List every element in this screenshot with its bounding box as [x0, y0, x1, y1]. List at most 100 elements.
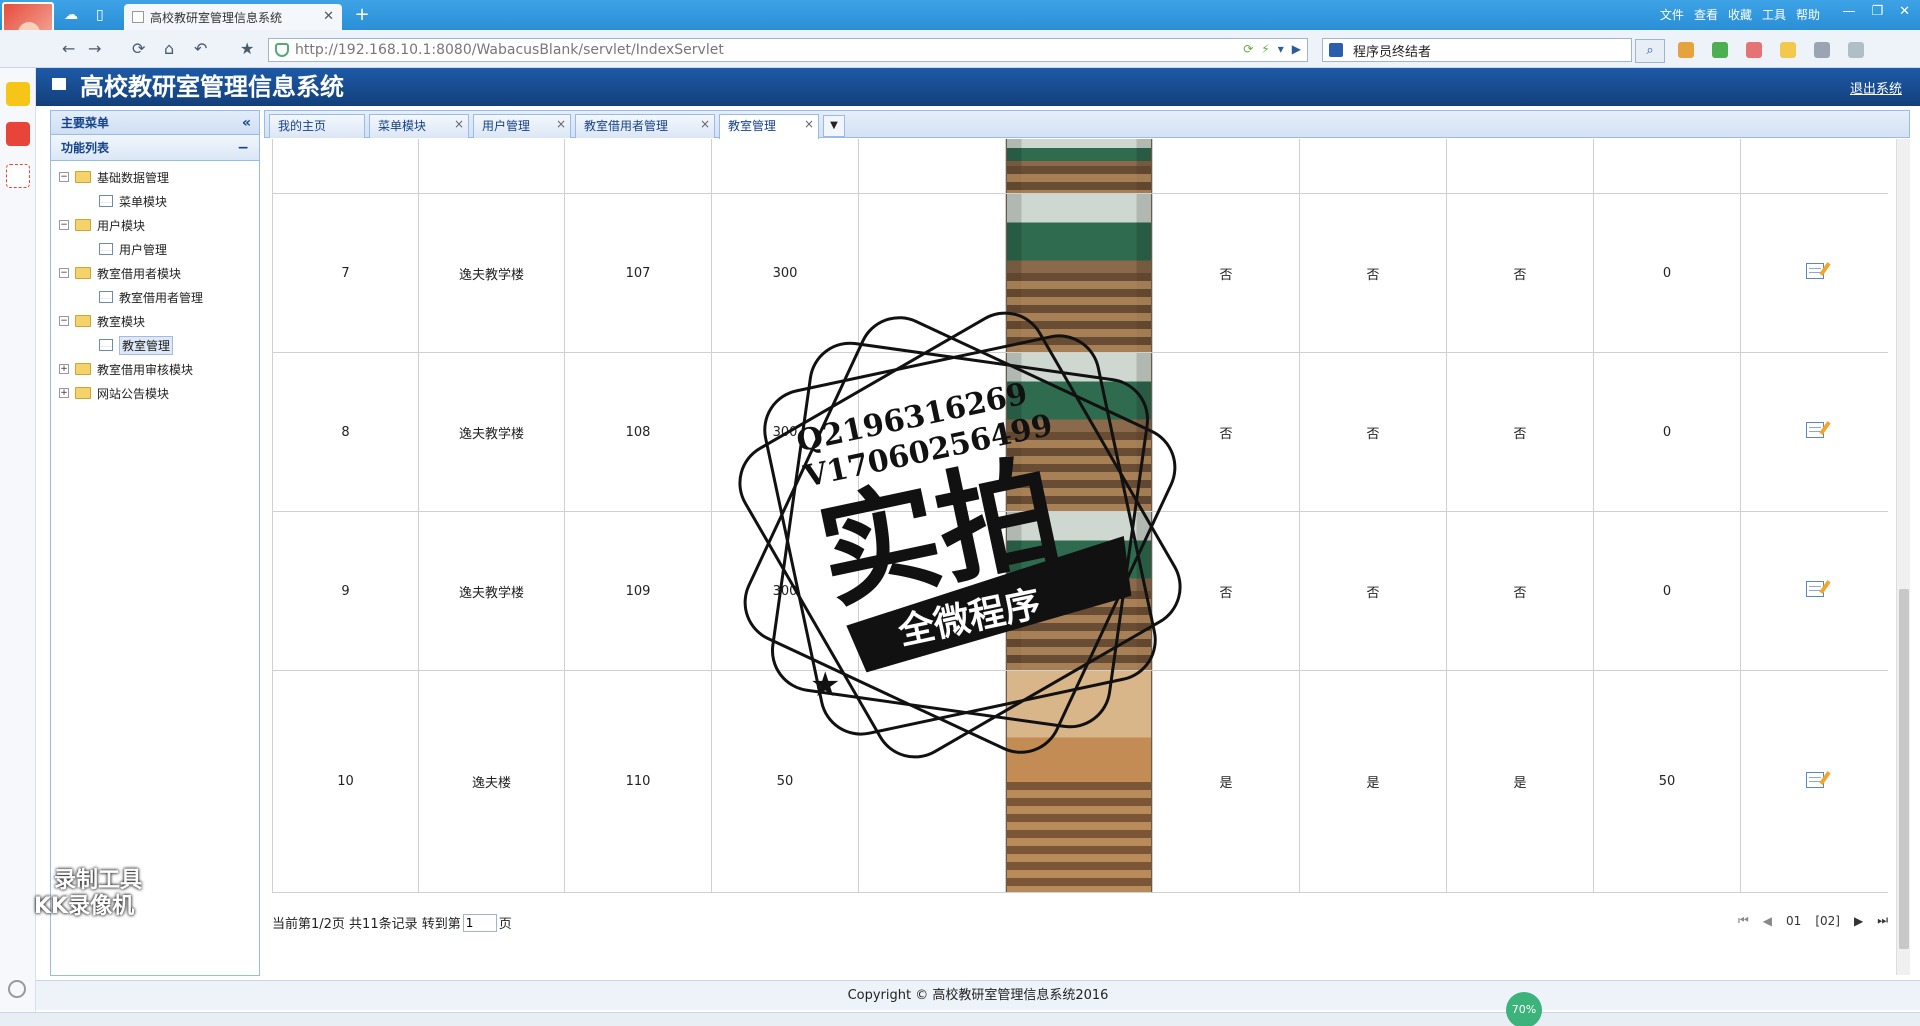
lightning-icon[interactable]: ⚡ — [1261, 42, 1269, 56]
minimize-icon[interactable]: — — [1842, 4, 1855, 19]
weibo-icon[interactable] — [6, 122, 30, 146]
home-icon[interactable]: ⌂ — [164, 39, 174, 58]
url-text[interactable]: http://192.168.10.1:8080/WabacusBlank/se… — [295, 42, 724, 58]
menu-tools[interactable]: 工具 — [1762, 6, 1786, 23]
chevron-down-icon[interactable]: ▾ — [1278, 42, 1284, 56]
apps-icon[interactable] — [1678, 42, 1694, 58]
close-icon[interactable]: × — [804, 113, 814, 135]
search-box[interactable]: 程序员终结者 ⌕ — [1322, 38, 1665, 63]
zoom-icon[interactable] — [1848, 42, 1864, 58]
goto-page-input[interactable] — [462, 913, 497, 932]
tab-list-dropdown-icon[interactable]: ▼ — [823, 115, 845, 137]
edit-icon[interactable] — [1805, 263, 1824, 279]
tree-leaf-label-selected[interactable]: 教室管理 — [119, 335, 174, 355]
tab-classroom-management[interactable]: 教室管理 × — [719, 114, 819, 139]
edit-icon[interactable] — [1805, 422, 1824, 438]
notes-icon[interactable] — [1780, 42, 1796, 58]
collapse-sidebar-icon[interactable]: « — [242, 111, 251, 135]
tree-node-label[interactable]: 教室借用审核模块 — [97, 361, 193, 378]
tree-leaf-label[interactable]: 用户管理 — [119, 241, 167, 258]
back-icon[interactable]: ← — [62, 39, 75, 58]
next-page-icon[interactable]: ▶ — [1854, 914, 1863, 928]
address-bar[interactable]: http://192.168.10.1:8080/WabacusBlank/se… — [268, 38, 1308, 62]
expand-icon[interactable]: + — [59, 388, 69, 398]
tree-node-label[interactable]: 教室借用者模块 — [97, 265, 181, 282]
edit-icon[interactable] — [1805, 771, 1824, 788]
tab-user-management[interactable]: 用户管理 × — [473, 114, 571, 138]
tree-node-label[interactable]: 基础数据管理 — [97, 169, 169, 186]
close-icon[interactable]: × — [700, 113, 710, 135]
collapse-icon[interactable]: − — [59, 220, 69, 230]
star-icon[interactable]: ★ — [240, 39, 254, 58]
cell-id: 8 — [272, 352, 419, 512]
screenshot-icon[interactable] — [1814, 42, 1830, 58]
first-page-icon[interactable]: ⏮ — [1738, 913, 1749, 928]
tree-node-user-module[interactable]: − 用户模块 — [59, 213, 259, 237]
refresh-icon[interactable]: ⟳ — [132, 39, 145, 58]
close-tab-icon[interactable]: ✕ — [323, 9, 334, 24]
tree-node-notice-module[interactable]: + 网站公告模块 — [59, 381, 259, 405]
tab-menu-module[interactable]: 菜单模块 × — [369, 114, 469, 138]
collapse-icon[interactable]: − — [59, 172, 69, 182]
menu-help[interactable]: 帮助 — [1796, 6, 1820, 23]
tab-home[interactable]: 我的主页 — [269, 114, 365, 138]
tab-borrower-management[interactable]: 教室借用者管理 × — [575, 114, 715, 138]
close-window-icon[interactable]: ✕ — [1899, 4, 1910, 19]
cell-id — [272, 139, 419, 194]
new-tab-button[interactable]: + — [350, 6, 374, 26]
tree-leaf-borrower-management[interactable]: 教室借用者管理 — [59, 285, 259, 309]
close-icon[interactable]: × — [556, 113, 566, 135]
table-row[interactable] — [272, 139, 1888, 194]
edit-icon[interactable] — [1805, 581, 1824, 597]
tree-node-borrower-module[interactable]: − 教室借用者模块 — [59, 261, 259, 285]
search-icon[interactable]: ⌕ — [1635, 39, 1665, 63]
function-list-header[interactable]: 功能列表 − — [51, 135, 259, 161]
tree-node-classroom-module[interactable]: − 教室模块 — [59, 309, 259, 333]
pager-suffix: 页 — [498, 917, 512, 932]
browser-tab[interactable]: 高校教研室管理信息系统 ✕ — [124, 4, 342, 30]
prev-page-icon[interactable]: ◀ — [1763, 914, 1772, 928]
tree-leaf-label[interactable]: 菜单模块 — [119, 193, 167, 210]
tab-label: 我的主页 — [278, 119, 327, 133]
logout-link[interactable]: 退出系统 — [1850, 78, 1902, 97]
tree-node-label[interactable]: 教室模块 — [97, 313, 145, 330]
collapse-icon[interactable]: − — [59, 316, 69, 326]
tree-leaf-classroom-management[interactable]: 教室管理 — [59, 333, 259, 357]
tree-node-audit-module[interactable]: + 教室借用审核模块 — [59, 357, 259, 381]
tree-leaf-user-management[interactable]: 用户管理 — [59, 237, 259, 261]
page-link-1[interactable]: 01 — [1786, 914, 1801, 928]
cloud-icon[interactable]: ☁ — [64, 7, 78, 23]
vertical-scrollbar[interactable] — [1896, 139, 1910, 975]
tree-node-basic-data[interactable]: − 基础数据管理 — [59, 165, 259, 189]
minus-icon[interactable]: − — [237, 135, 249, 161]
expand-icon[interactable]: + — [59, 364, 69, 374]
close-icon[interactable]: × — [454, 113, 464, 135]
favorites-star-icon[interactable] — [6, 82, 30, 106]
go-icon[interactable]: ▶ — [1292, 42, 1301, 56]
cell-number: 0 — [1593, 193, 1741, 353]
menu-file[interactable]: 文件 — [1660, 6, 1684, 23]
search-input[interactable]: 程序员终结者 — [1353, 41, 1431, 60]
tree-leaf-label[interactable]: 教室借用者管理 — [119, 289, 203, 306]
undo-icon[interactable]: ↶ — [194, 39, 207, 58]
speed-icon[interactable]: ⟳ — [1243, 42, 1253, 56]
search-engine-icon[interactable] — [1329, 43, 1343, 57]
tree-leaf-menu-module[interactable]: 菜单模块 — [59, 189, 259, 213]
restore-icon[interactable]: ❐ — [1871, 4, 1883, 19]
browser-navbar: ← → ⟳ ⌂ ↶ ★ http://192.168.10.1:8080/Wab… — [0, 30, 1920, 68]
security-icon[interactable] — [1712, 42, 1728, 58]
forward-icon[interactable]: → — [88, 39, 101, 58]
last-page-icon[interactable]: ⏭ — [1877, 913, 1888, 928]
tree-node-label[interactable]: 用户模块 — [97, 217, 145, 234]
translate-icon[interactable] — [1746, 42, 1762, 58]
tree-node-label[interactable]: 网站公告模块 — [97, 385, 169, 402]
page-link-2[interactable]: [02] — [1815, 914, 1840, 928]
scrollbar-thumb[interactable] — [1899, 589, 1909, 949]
menu-favorites[interactable]: 收藏 — [1728, 6, 1752, 23]
settings-gear-icon[interactable] — [8, 980, 26, 998]
menu-view[interactable]: 查看 — [1694, 6, 1718, 23]
phone-icon[interactable]: ▯ — [96, 7, 104, 23]
mail-icon[interactable] — [6, 164, 30, 188]
network-speed-badge[interactable]: 70% — [1506, 992, 1542, 1026]
collapse-icon[interactable]: − — [59, 268, 69, 278]
